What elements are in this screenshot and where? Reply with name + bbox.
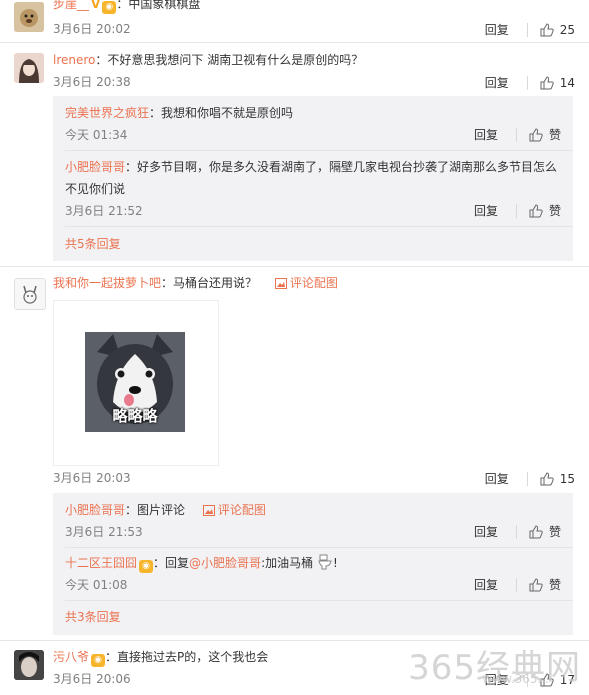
- like-label: 赞: [548, 204, 561, 218]
- username[interactable]: 小肥脸哥哥: [65, 503, 125, 517]
- avatar[interactable]: [14, 2, 44, 32]
- colon: ：: [116, 0, 129, 11]
- username[interactable]: 完美世界之疯狂: [65, 106, 149, 120]
- view-all-replies-link[interactable]: 共3条回复: [65, 608, 121, 626]
- reply-button[interactable]: 回复: [485, 470, 509, 487]
- divider: [65, 150, 573, 151]
- thumbs-up-icon: [529, 524, 543, 538]
- reply-time: 今天 01:34: [65, 128, 128, 142]
- username[interactable]: lrenero: [53, 53, 95, 67]
- like-button[interactable]: 15: [540, 472, 575, 486]
- reply-text: :加油马桶: [261, 556, 314, 570]
- reply-button[interactable]: 回复: [485, 21, 509, 38]
- reply-prefix: 回复: [165, 556, 190, 570]
- reply-list: 小肥脸哥哥：图片评论 评论配图 3月6日 21:53 回复 赞 十二区王囧囧 ◉：…: [53, 493, 573, 635]
- comment-time: 3月6日 20:06: [53, 672, 131, 686]
- colon: ：: [125, 160, 138, 174]
- like-button[interactable]: 25: [540, 23, 575, 37]
- like-label: 赞: [548, 578, 561, 592]
- comment-time: 3月6日 20:03: [53, 471, 131, 485]
- username[interactable]: 小肥脸哥哥: [65, 160, 125, 174]
- reply-text-end: !: [332, 556, 338, 570]
- like-count: 25: [559, 22, 575, 37]
- reply-button[interactable]: 回复: [474, 202, 498, 219]
- reply-text-continued: 不见你们说: [65, 182, 126, 196]
- reply-time: 3月6日 21:52: [65, 204, 143, 218]
- comment-text: 直接拖过去P的，这个我也会: [117, 650, 269, 664]
- comment-image-link[interactable]: 评论配图: [290, 276, 338, 290]
- thumbs-up-icon: [529, 203, 543, 217]
- username[interactable]: 我和你一起拔萝卜吧: [53, 276, 161, 290]
- comment-image-link[interactable]: 评论配图: [218, 503, 266, 517]
- colon: ：: [153, 556, 166, 570]
- colon: ：: [105, 650, 118, 664]
- like-button[interactable]: 赞: [529, 202, 561, 219]
- like-button[interactable]: 赞: [529, 126, 561, 143]
- comment-time: 3月6日 20:38: [53, 75, 131, 89]
- colon: ：: [125, 503, 138, 517]
- like-count: 14: [559, 75, 575, 90]
- like-button[interactable]: 赞: [529, 576, 561, 593]
- like-count: 15: [559, 471, 575, 486]
- member-badge-icon: ◉: [91, 654, 106, 667]
- comment-image[interactable]: 略略略: [53, 300, 219, 466]
- avatar[interactable]: [14, 278, 46, 310]
- colon: ：: [149, 106, 162, 120]
- like-button[interactable]: 14: [540, 76, 575, 90]
- reply-text: 好多节目啊，你是多久没看湖南了，隔壁几家电视台抄袭了湖南那么多节目怎么: [137, 160, 558, 174]
- thumbs-up-icon: [540, 471, 554, 485]
- thumbs-up-icon: [529, 127, 543, 141]
- thumbs-up-icon: [540, 75, 554, 89]
- colon: ：: [95, 53, 108, 67]
- view-all-replies-link[interactable]: 共5条回复: [65, 235, 121, 253]
- divider: [65, 226, 573, 227]
- reply-button[interactable]: 回复: [474, 576, 498, 593]
- image-icon: [202, 505, 215, 516]
- divider: [0, 42, 589, 43]
- toilet-emoji-icon: [318, 554, 332, 570]
- comment-text: 不好意思我想问下 湖南卫视有什么是原创的吗？: [107, 53, 364, 67]
- avatar[interactable]: [14, 650, 44, 680]
- reply-button[interactable]: 回复: [474, 126, 498, 143]
- reply-button[interactable]: 回复: [474, 523, 498, 540]
- username[interactable]: 十二区王囧囧: [65, 556, 137, 570]
- like-button[interactable]: 赞: [529, 523, 561, 540]
- reply-text: 我想和你唱不就是原创吗: [161, 106, 294, 120]
- reply-list: 完美世界之疯狂：我想和你唱不就是原创吗 今天 01:34 回复 赞 小肥脸哥哥：…: [53, 96, 573, 261]
- username[interactable]: 步崖__: [53, 0, 89, 11]
- image-caption: 略略略: [112, 407, 158, 425]
- member-badge-icon: ◉: [139, 560, 154, 573]
- mention-link[interactable]: @小肥脸哥哥: [189, 556, 261, 570]
- reply-text: 图片评论: [137, 503, 186, 517]
- divider: [65, 547, 573, 548]
- reply-button[interactable]: 回复: [485, 74, 509, 91]
- comment-time: 3月6日 20:02: [53, 22, 131, 36]
- comment-text: 马桶台还用说？: [173, 276, 258, 290]
- reply-time: 今天 01:08: [65, 578, 128, 592]
- thumbs-up-icon: [540, 22, 554, 36]
- comment-text: 中国象棋棋盘: [128, 0, 201, 11]
- watermark-url: www.365...: [482, 672, 549, 686]
- colon: ：: [161, 276, 174, 290]
- like-label: 赞: [548, 128, 561, 142]
- avatar[interactable]: [14, 53, 44, 83]
- like-label: 赞: [548, 525, 561, 539]
- divider: [65, 600, 573, 601]
- member-badge-icon: ◉: [102, 1, 117, 14]
- verified-badge-icon: V: [91, 0, 101, 11]
- username[interactable]: 污八爷: [53, 650, 89, 664]
- reply-time: 3月6日 21:53: [65, 525, 143, 539]
- thumbs-up-icon: [529, 577, 543, 591]
- image-icon: [274, 278, 287, 289]
- divider: [0, 266, 589, 267]
